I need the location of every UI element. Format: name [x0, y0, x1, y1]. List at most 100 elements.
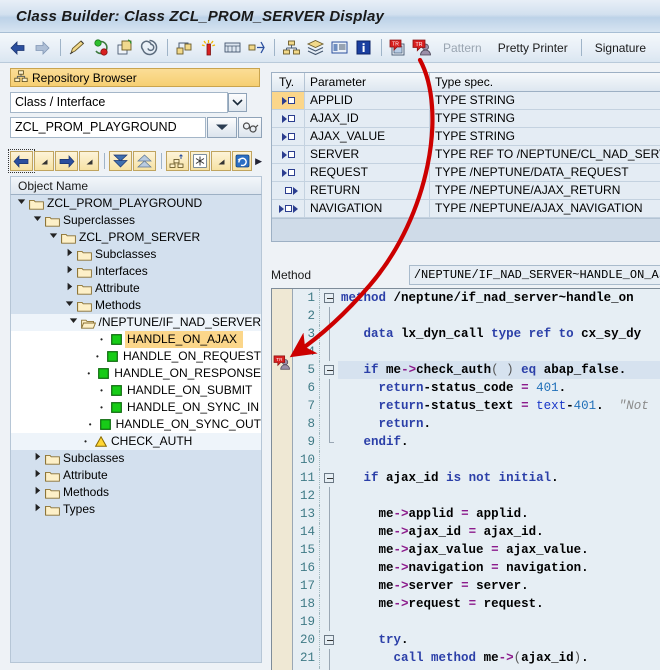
tree-item-handle-on-sync-out[interactable]: •HANDLE_ON_SYNC_OUT: [11, 416, 261, 433]
check-icon[interactable]: [90, 37, 112, 59]
signature-button[interactable]: Signature: [587, 34, 654, 62]
editor-code-line[interactable]: me->applid = applid.: [338, 505, 660, 523]
class-hierarchy-icon[interactable]: [280, 37, 302, 59]
editor-fold-marker[interactable]: [322, 379, 338, 397]
parameter-direction-icon[interactable]: [272, 164, 305, 181]
display-change-icon[interactable]: [66, 37, 88, 59]
editor-code-line[interactable]: call method me->(ajax_id).: [338, 649, 660, 667]
tree-item-zcl-prom-server[interactable]: ZCL_PROM_SERVER: [11, 229, 261, 246]
editor-code-line[interactable]: me->ajax_id = ajax_id.: [338, 523, 660, 541]
chevron-down-icon[interactable]: [67, 314, 80, 331]
editor-code-area[interactable]: method /neptune/if_nad_server~handle_on …: [338, 289, 660, 670]
print-preview-icon[interactable]: [221, 37, 243, 59]
signature-object-icon[interactable]: TR: [411, 37, 433, 59]
editor-code-line[interactable]: return.: [338, 415, 660, 433]
parameter-row[interactable]: RETURNTYPE /NEPTUNE/AJAX_RETURN: [272, 182, 660, 200]
parameter-row[interactable]: AJAX_IDTYPE STRING: [272, 110, 660, 128]
tree-forward-dropdown[interactable]: [79, 151, 99, 171]
layers-icon[interactable]: [304, 37, 326, 59]
tree-item-handle-on-ajax[interactable]: •HANDLE_ON_AJAX: [11, 331, 261, 348]
editor-fold-marker[interactable]: [322, 505, 338, 523]
object-tree[interactable]: ZCL_PROM_PLAYGROUNDSuperclassesZCL_PROM_…: [10, 195, 262, 663]
editor-fold-marker[interactable]: [322, 577, 338, 595]
editor-code-line[interactable]: [338, 613, 660, 631]
chevron-right-icon[interactable]: [63, 246, 76, 263]
parameter-type-spec[interactable]: TYPE /NEPTUNE/DATA_REQUEST: [430, 164, 660, 181]
parameter-table[interactable]: Ty. Parameter Type spec. APPLIDTYPE STRI…: [271, 72, 660, 242]
back-icon[interactable]: [7, 37, 29, 59]
parameter-row[interactable]: REQUESTTYPE /NEPTUNE/DATA_REQUEST: [272, 164, 660, 182]
editor-code-line[interactable]: endif.: [338, 433, 660, 451]
parameter-row[interactable]: AJAX_VALUETYPE STRING: [272, 128, 660, 146]
editor-fold-marker[interactable]: [322, 451, 338, 469]
tree-back-button[interactable]: [10, 151, 33, 171]
tree-item-types[interactable]: Types: [11, 501, 261, 518]
signature-object-icon[interactable]: TR: [273, 355, 291, 371]
editor-fold-marker[interactable]: [322, 631, 338, 649]
chevron-down-icon[interactable]: [31, 212, 44, 229]
parameter-type-spec[interactable]: TYPE STRING: [430, 128, 660, 145]
tree-item-handle-on-sync-in[interactable]: •HANDLE_ON_SYNC_IN: [11, 399, 261, 416]
editor-fold-marker[interactable]: [322, 415, 338, 433]
parameter-type-spec[interactable]: TYPE /NEPTUNE/AJAX_RETURN: [430, 182, 660, 199]
parameter-type-spec[interactable]: TYPE REF TO /NEPTUNE/CL_NAD_SERV: [430, 146, 660, 163]
chevron-right-icon[interactable]: [31, 467, 44, 484]
test-icon[interactable]: [197, 37, 219, 59]
parameter-direction-icon[interactable]: [272, 128, 305, 145]
column-header-ty[interactable]: Ty.: [272, 73, 305, 91]
forward-icon[interactable]: [31, 37, 53, 59]
editor-code-line[interactable]: data lx_dyn_call type ref to cx_sy_dy: [338, 325, 660, 343]
tree-expand-all-button[interactable]: [109, 151, 132, 171]
tree-item-check-auth[interactable]: •CHECK_AUTH: [11, 433, 261, 450]
parameter-name[interactable]: NAVIGATION: [305, 200, 430, 217]
parameter-row[interactable]: NAVIGATIONTYPE /NEPTUNE/AJAX_NAVIGATION: [272, 200, 660, 218]
editor-fold-marker[interactable]: [322, 307, 338, 325]
activate-icon[interactable]: [138, 37, 160, 59]
parameter-name[interactable]: RETURN: [305, 182, 430, 199]
editor-fold-marker[interactable]: [322, 469, 338, 487]
parameter-name[interactable]: SERVER: [305, 146, 430, 163]
parameter-name[interactable]: AJAX_ID: [305, 110, 430, 127]
tree-item-handle-on-submit[interactable]: •HANDLE_ON_SUBMIT: [11, 382, 261, 399]
tree-toolbar-overflow-icon[interactable]: ▶: [255, 156, 262, 167]
tree-item-handle-on-response[interactable]: •HANDLE_ON_RESPONSE: [11, 365, 261, 382]
editor-code-line[interactable]: method /neptune/if_nad_server~handle_on: [338, 289, 660, 307]
editor-code-line[interactable]: me->ajax_value = ajax_value.: [338, 541, 660, 559]
tree-item-methods[interactable]: Methods: [11, 297, 261, 314]
editor-fold-marker[interactable]: [322, 613, 338, 631]
chevron-right-icon[interactable]: [63, 263, 76, 280]
documentation-icon[interactable]: [328, 37, 350, 59]
parameter-direction-icon[interactable]: [272, 200, 305, 217]
copy-icon[interactable]: [114, 37, 136, 59]
info-icon[interactable]: [352, 37, 374, 59]
editor-fold-marker[interactable]: [322, 361, 338, 379]
display-object-list-button[interactable]: [238, 117, 262, 138]
parameter-type-spec[interactable]: TYPE /NEPTUNE/AJAX_NAVIGATION: [430, 200, 660, 217]
editor-fold-marker[interactable]: [322, 433, 338, 451]
tree-item-attribute[interactable]: Attribute: [11, 467, 261, 484]
source-code-icon[interactable]: TR: [387, 37, 409, 59]
editor-fold-marker[interactable]: [322, 595, 338, 613]
editor-code-line[interactable]: if me->check_auth( ) eq abap_false.: [338, 361, 660, 379]
parameter-direction-icon[interactable]: [272, 110, 305, 127]
tree-filter-dropdown[interactable]: [211, 151, 231, 171]
tree-item-methods[interactable]: Methods: [11, 484, 261, 501]
editor-code-line[interactable]: return-status_text = text-401. "Not: [338, 397, 660, 415]
parameter-name[interactable]: AJAX_VALUE: [305, 128, 430, 145]
editor-fold-marker[interactable]: [322, 487, 338, 505]
tree-item-neptune-if-nad-server[interactable]: /NEPTUNE/IF_NAD_SERVER: [11, 314, 261, 331]
editor-code-line[interactable]: me->server = server.: [338, 577, 660, 595]
navigate-icon[interactable]: [245, 37, 267, 59]
parameter-row[interactable]: APPLIDTYPE STRING: [272, 92, 660, 110]
tree-refresh-button[interactable]: [232, 151, 252, 171]
tree-item-superclasses[interactable]: Superclasses: [11, 212, 261, 229]
chevron-down-icon[interactable]: [228, 93, 247, 112]
chevron-right-icon[interactable]: [63, 280, 76, 297]
object-name-dropdown-button[interactable]: [207, 117, 237, 138]
tree-forward-button[interactable]: [55, 151, 78, 171]
tree-collapse-all-button[interactable]: [133, 151, 156, 171]
editor-fold-marker[interactable]: [322, 649, 338, 667]
editor-breakpoint-gutter[interactable]: TR: [272, 289, 293, 670]
tree-filter-button[interactable]: [190, 151, 210, 171]
column-header-type-spec[interactable]: Type spec.: [430, 73, 660, 91]
